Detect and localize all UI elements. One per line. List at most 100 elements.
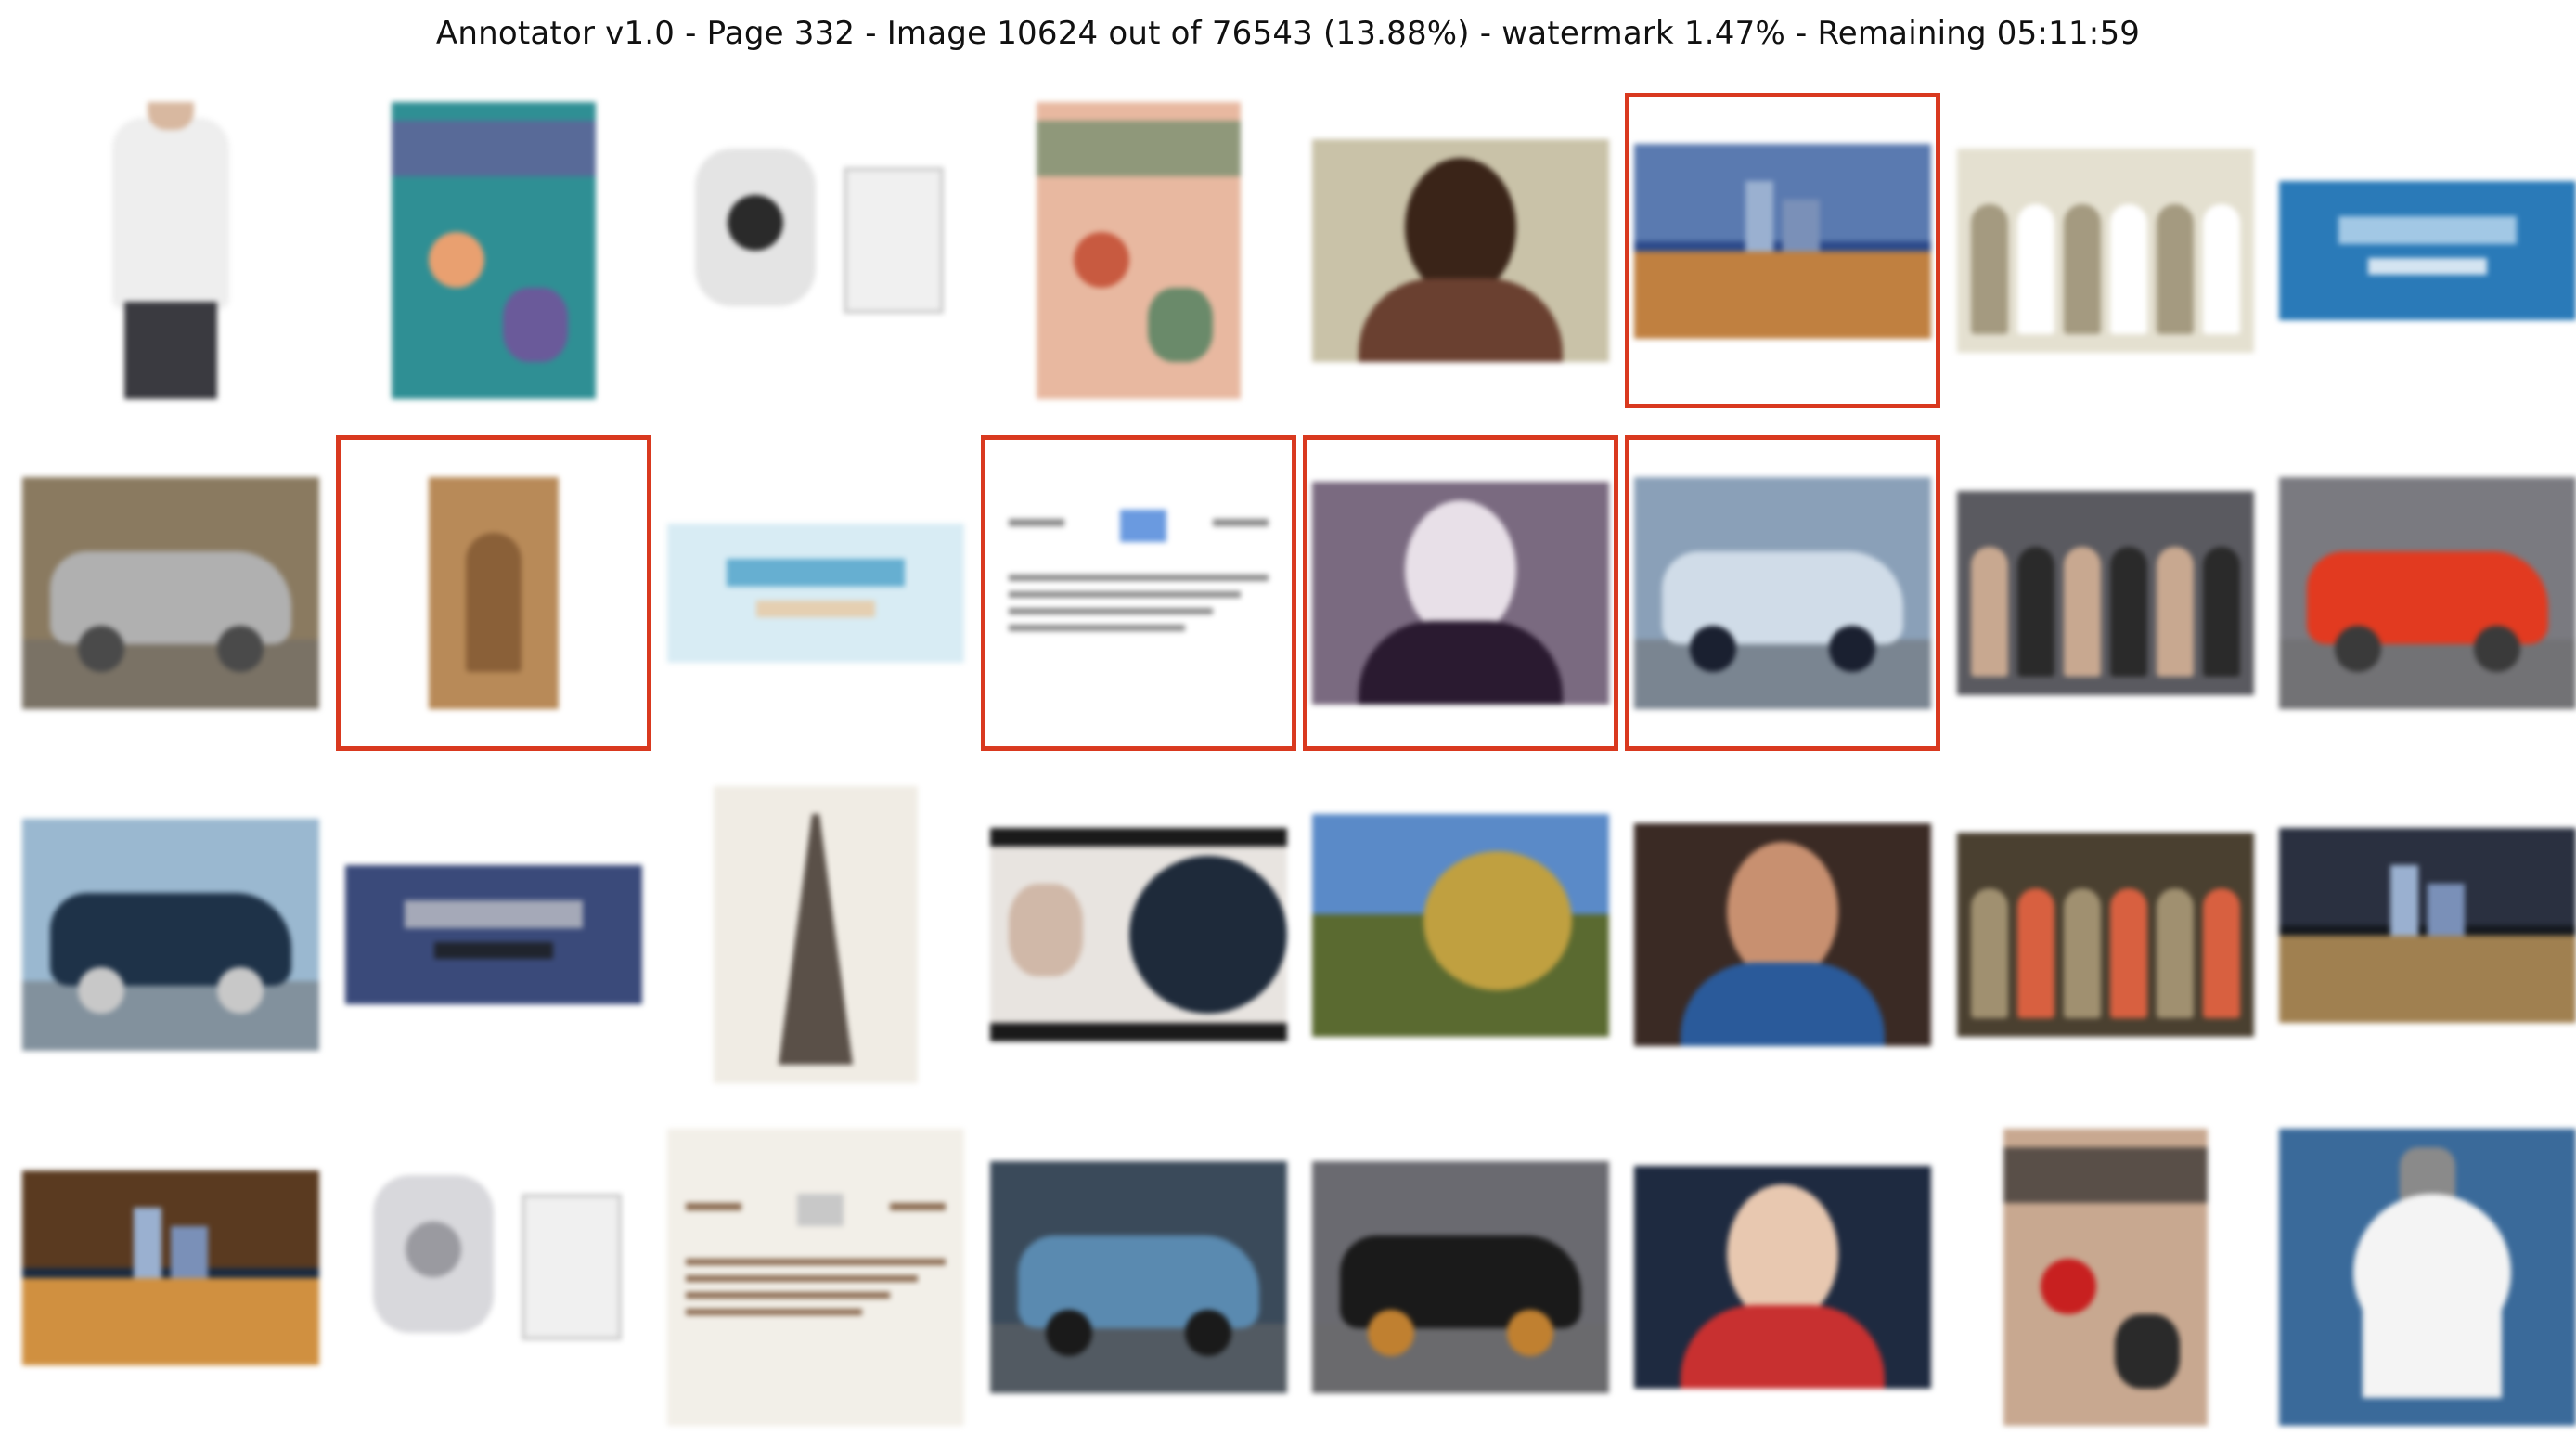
person-shape — [2203, 547, 2240, 677]
wheel-left — [78, 626, 124, 672]
thumb-choir-group[interactable] — [1948, 93, 2263, 408]
face-shape — [1009, 884, 1083, 976]
ground — [22, 640, 319, 709]
thumb-curly-hair-video[interactable] — [981, 777, 1296, 1092]
thumb-text-document-selected[interactable] — [981, 435, 1296, 751]
thumb-teal-poster[interactable] — [336, 93, 651, 408]
head-shape — [1727, 1184, 1838, 1324]
doc-text-line — [1009, 575, 1269, 581]
head-shape — [1405, 500, 1516, 640]
ground — [2279, 640, 2576, 709]
thumbnail-image — [1312, 1161, 1609, 1393]
doc-text-line — [1009, 591, 1241, 598]
wheel-left — [1368, 1310, 1414, 1356]
thumbnail-image — [392, 102, 596, 399]
ground — [1634, 640, 1931, 709]
thumbnail-image — [69, 102, 273, 399]
thumbnail-image — [1312, 139, 1609, 362]
doc-text-line — [686, 1275, 918, 1282]
doc-text-line — [1009, 608, 1213, 614]
thumb-military-portrait-selected[interactable] — [1303, 435, 1618, 751]
person-shape — [2064, 547, 2101, 677]
doc-header-line — [1009, 519, 1064, 526]
banner-band — [405, 899, 583, 928]
person-shape — [2017, 547, 2054, 677]
person-shape — [1971, 547, 2008, 677]
person-shape — [1971, 888, 2008, 1018]
thumb-bike-jump[interactable] — [1303, 777, 1618, 1092]
thumbnail-image — [1634, 477, 1931, 709]
thumbnail-image — [2279, 181, 2576, 320]
thumbnail-image — [1957, 149, 2254, 353]
thumb-woman-portrait[interactable] — [1303, 93, 1618, 408]
ground — [1312, 1324, 1609, 1393]
person-shape — [2203, 888, 2240, 1018]
poster-art-2 — [1148, 288, 1213, 362]
wheel-left — [2335, 626, 2381, 672]
thumb-people-seated[interactable] — [1948, 435, 2263, 751]
thumb-vintage-book-cover[interactable] — [981, 93, 1296, 408]
thumb-toilet-paper[interactable] — [2270, 1119, 2576, 1435]
device-screen — [844, 167, 944, 314]
thumb-night-bridge[interactable] — [2270, 777, 2576, 1092]
person-shape — [2203, 204, 2240, 334]
thumb-dark-sedan[interactable] — [13, 777, 328, 1092]
thumbnail-image — [990, 445, 1287, 742]
banner-text — [2368, 257, 2487, 275]
thumb-kitchen-appliance[interactable] — [336, 1119, 651, 1435]
image-grid — [0, 0, 2576, 1448]
thumbnail-image — [1312, 814, 1609, 1037]
thumb-webpage-screenshot[interactable] — [658, 1119, 973, 1435]
head-shape — [148, 102, 194, 130]
thumb-promo-banner[interactable] — [658, 435, 973, 751]
thumb-smiling-man[interactable] — [1625, 777, 1940, 1092]
thumb-movie-poster[interactable] — [1948, 1119, 2263, 1435]
banner-band — [727, 558, 905, 587]
thumb-race-car[interactable] — [981, 1119, 1296, 1435]
thumb-baby-monitor[interactable] — [658, 93, 973, 408]
poster-art-1 — [429, 232, 484, 288]
thumb-white-car-front-selected[interactable] — [1625, 435, 1940, 751]
thumb-silver-suv[interactable] — [13, 435, 328, 751]
wheel-right — [1507, 1310, 1553, 1356]
thumb-city-skyline-selected[interactable] — [1625, 93, 1940, 408]
thumb-politician-flag[interactable] — [1625, 1119, 1940, 1435]
tree — [1423, 851, 1572, 990]
person-shape — [2157, 204, 2194, 334]
person-shape — [1971, 204, 2008, 334]
hair-shape — [1129, 856, 1287, 1014]
thumb-train-banner[interactable] — [336, 777, 651, 1092]
thumb-sepia-photo-selected[interactable] — [336, 435, 651, 751]
city-lights — [1634, 251, 1931, 339]
thumb-red-sports-car[interactable] — [2270, 435, 2576, 751]
poster-art-2 — [503, 288, 568, 362]
thumbnail-image — [22, 819, 319, 1051]
person-shape — [2064, 888, 2101, 1018]
shirt-shape — [115, 121, 226, 306]
thumbnail-image — [1634, 823, 1931, 1046]
thumbnail-image — [22, 477, 319, 709]
head-shape — [1727, 842, 1838, 981]
thumb-blue-banner[interactable] — [2270, 93, 2576, 408]
thumb-formula-car[interactable] — [1303, 1119, 1618, 1435]
poster-art-1 — [2041, 1259, 2096, 1314]
thumbnail-image — [1634, 1166, 1931, 1389]
thumbnail-image — [714, 786, 918, 1083]
thumbnail-image — [667, 1129, 964, 1426]
device-lens — [406, 1222, 461, 1277]
thumb-white-tshirt[interactable] — [13, 93, 328, 408]
doc-button — [797, 1194, 844, 1226]
wheel-right — [217, 626, 264, 672]
thumbnail-image — [1957, 491, 2254, 695]
thumb-storefront[interactable] — [13, 1119, 328, 1435]
banner-band — [2338, 215, 2517, 244]
body-shape — [1681, 1305, 1885, 1389]
doc-text-line — [686, 1309, 862, 1315]
doc-text-line — [686, 1292, 890, 1299]
doc-header-line-2 — [890, 1203, 946, 1210]
thumbnail-image — [1957, 833, 2254, 1037]
thumb-collage-photo[interactable] — [1948, 777, 2263, 1092]
city-lights — [2279, 935, 2576, 1023]
wheel-right — [1829, 626, 1875, 672]
thumb-eiffel-tower[interactable] — [658, 777, 973, 1092]
